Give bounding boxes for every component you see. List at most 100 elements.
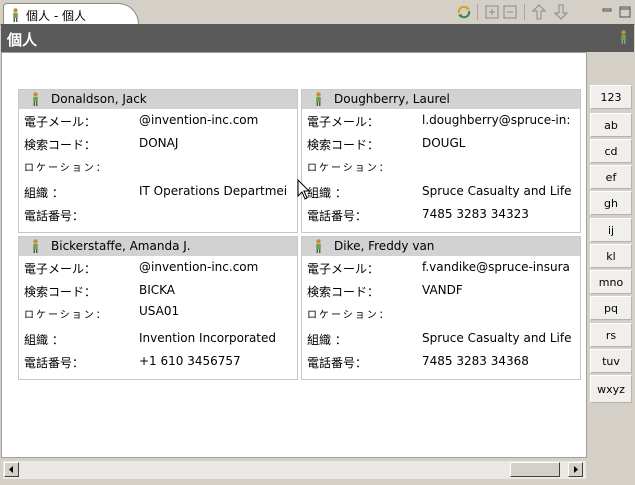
view-tab[interactable]: 個人 - 個人 (3, 3, 139, 24)
contact-card[interactable]: Doughberry, Laurel 電子メール： l.doughberry@sp… (301, 89, 581, 233)
location-row: ロケーション： (302, 301, 580, 321)
organization-value: Spruce Casualty and Life (422, 331, 572, 345)
index-button-ij[interactable]: ij (590, 218, 632, 242)
search-code-value: DONAJ (139, 136, 179, 150)
email-value: f.vandike@spruce-insura (422, 260, 570, 274)
index-button-kl[interactable]: kl (590, 244, 632, 268)
contact-name: Dike, Freddy van (334, 239, 435, 253)
person-icon (31, 239, 40, 256)
email-row: 電子メール： @invention-inc.com (19, 110, 297, 130)
email-row: 電子メール： l.doughberry@spruce-in: (302, 110, 580, 130)
contact-card[interactable]: Bickerstaffe, Amanda J. 電子メール： @invention… (18, 236, 298, 380)
contact-card[interactable]: Donaldson, Jack 電子メール： @invention-inc.com… (18, 89, 298, 233)
organization-row: 組織 ： Spruce Casualty and Life (302, 181, 580, 201)
search-code-label: 検索コード： (24, 138, 97, 152)
index-button-cd[interactable]: cd (590, 139, 632, 163)
contact-card-header: Donaldson, Jack (19, 90, 297, 109)
scrollbar-thumb[interactable] (510, 462, 560, 477)
arrow-down-icon[interactable] (552, 3, 570, 21)
location-label: ロケーション： (307, 163, 391, 174)
index-button-rs[interactable]: rs (590, 323, 632, 347)
organization-row: 組織 ： Spruce Casualty and Life (302, 328, 580, 348)
person-icon (314, 239, 323, 256)
contact-name: Doughberry, Laurel (334, 92, 450, 106)
location-label: ロケーション： (307, 310, 391, 321)
toolbar-separator (477, 4, 478, 20)
phone-row: 電話番号： 7485 3283 34368 (302, 351, 580, 371)
search-code-value: VANDF (422, 283, 463, 297)
organization-row: 組織 ： IT Operations Departmei (19, 181, 297, 201)
arrow-up-icon[interactable] (530, 3, 548, 21)
contacts-area: Donaldson, Jack 電子メール： @invention-inc.com… (1, 52, 587, 458)
organization-value: Invention Incorporated (139, 331, 277, 345)
contact-card-header: Doughberry, Laurel (302, 90, 580, 109)
contact-card-header: Dike, Freddy van (302, 237, 580, 256)
toolbar-separator (524, 4, 525, 20)
organization-row: 組織 ： Invention Incorporated (19, 328, 297, 348)
search-code-row: 検索コード： VANDF (302, 280, 580, 300)
tab-title: 個人 - 個人 (26, 9, 86, 23)
contact-card[interactable]: Dike, Freddy van 電子メール： f.vandike@spruce-… (301, 236, 581, 380)
index-button-123[interactable]: 123 (590, 85, 632, 109)
search-code-value: BICKA (139, 283, 176, 297)
phone-label: 電話番号： (24, 356, 85, 370)
expand-all-icon[interactable] (483, 3, 501, 21)
person-icon (314, 92, 323, 109)
search-code-label: 検索コード： (307, 285, 380, 299)
search-code-value: DOUGL (422, 136, 466, 150)
phone-label: 電話番号： (307, 209, 368, 223)
horizontal-scrollbar[interactable] (3, 461, 586, 479)
index-button-pq[interactable]: pq (590, 296, 632, 320)
email-label: 電子メール： (307, 115, 380, 129)
organization-label: 組織 ： (24, 333, 64, 347)
contact-name: Donaldson, Jack (51, 92, 147, 106)
phone-value: 7485 3283 34323 (422, 207, 529, 221)
organization-label: 組織 ： (24, 186, 64, 200)
view-header: 個人 (1, 24, 634, 52)
index-button-tuv[interactable]: tuv (590, 349, 632, 373)
search-code-row: 検索コード： BICKA (19, 280, 297, 300)
scroll-right-button[interactable] (568, 462, 583, 477)
sync-icon[interactable] (455, 3, 473, 21)
person-icon (619, 30, 628, 47)
email-label: 電子メール： (24, 262, 97, 276)
phone-value: 7485 3283 34368 (422, 354, 529, 368)
minimize-icon[interactable] (598, 3, 616, 21)
email-label: 電子メール： (307, 262, 380, 276)
phone-label: 電話番号： (307, 356, 368, 370)
index-button-mno[interactable]: mno (590, 270, 632, 294)
maximize-icon[interactable] (616, 3, 634, 21)
organization-value: Spruce Casualty and Life (422, 184, 572, 198)
index-button-ab[interactable]: ab (590, 113, 632, 137)
location-value: USA01 (139, 304, 180, 318)
contact-card-header: Bickerstaffe, Amanda J. (19, 237, 297, 256)
email-label: 電子メール： (24, 115, 97, 129)
index-button-ef[interactable]: ef (590, 165, 632, 189)
location-label: ロケーション： (24, 310, 108, 321)
view-tab-bar: 個人 - 個人 (0, 0, 635, 25)
organization-label: 組織 ： (307, 186, 347, 200)
scroll-left-button[interactable] (4, 462, 19, 477)
mouse-cursor-icon (297, 179, 311, 200)
email-value: @invention-inc.com (139, 113, 259, 127)
email-row: 電子メール： f.vandike@spruce-insura (302, 257, 580, 277)
collapse-all-icon[interactable] (501, 3, 519, 21)
organization-label: 組織 ： (307, 333, 347, 347)
search-code-label: 検索コード： (307, 138, 380, 152)
page-title: 個人 (7, 31, 38, 49)
phone-value: +1 610 3456757 (139, 354, 241, 368)
location-row: ロケーション： (302, 154, 580, 174)
search-code-label: 検索コード： (24, 285, 97, 299)
location-row: ロケーション： (19, 154, 297, 174)
location-label: ロケーション： (24, 163, 108, 174)
person-icon (11, 8, 20, 25)
email-value: l.doughberry@spruce-in: (422, 113, 571, 127)
phone-row: 電話番号： (19, 204, 297, 224)
contact-name: Bickerstaffe, Amanda J. (51, 239, 191, 253)
email-row: 電子メール： @invention-inc.com (19, 257, 297, 277)
search-code-row: 検索コード： DONAJ (19, 133, 297, 153)
phone-label: 電話番号： (24, 209, 85, 223)
location-row: ロケーション： USA01 (19, 301, 297, 321)
index-button-gh[interactable]: gh (590, 191, 632, 215)
index-button-wxyz[interactable]: wxyz (590, 375, 632, 403)
